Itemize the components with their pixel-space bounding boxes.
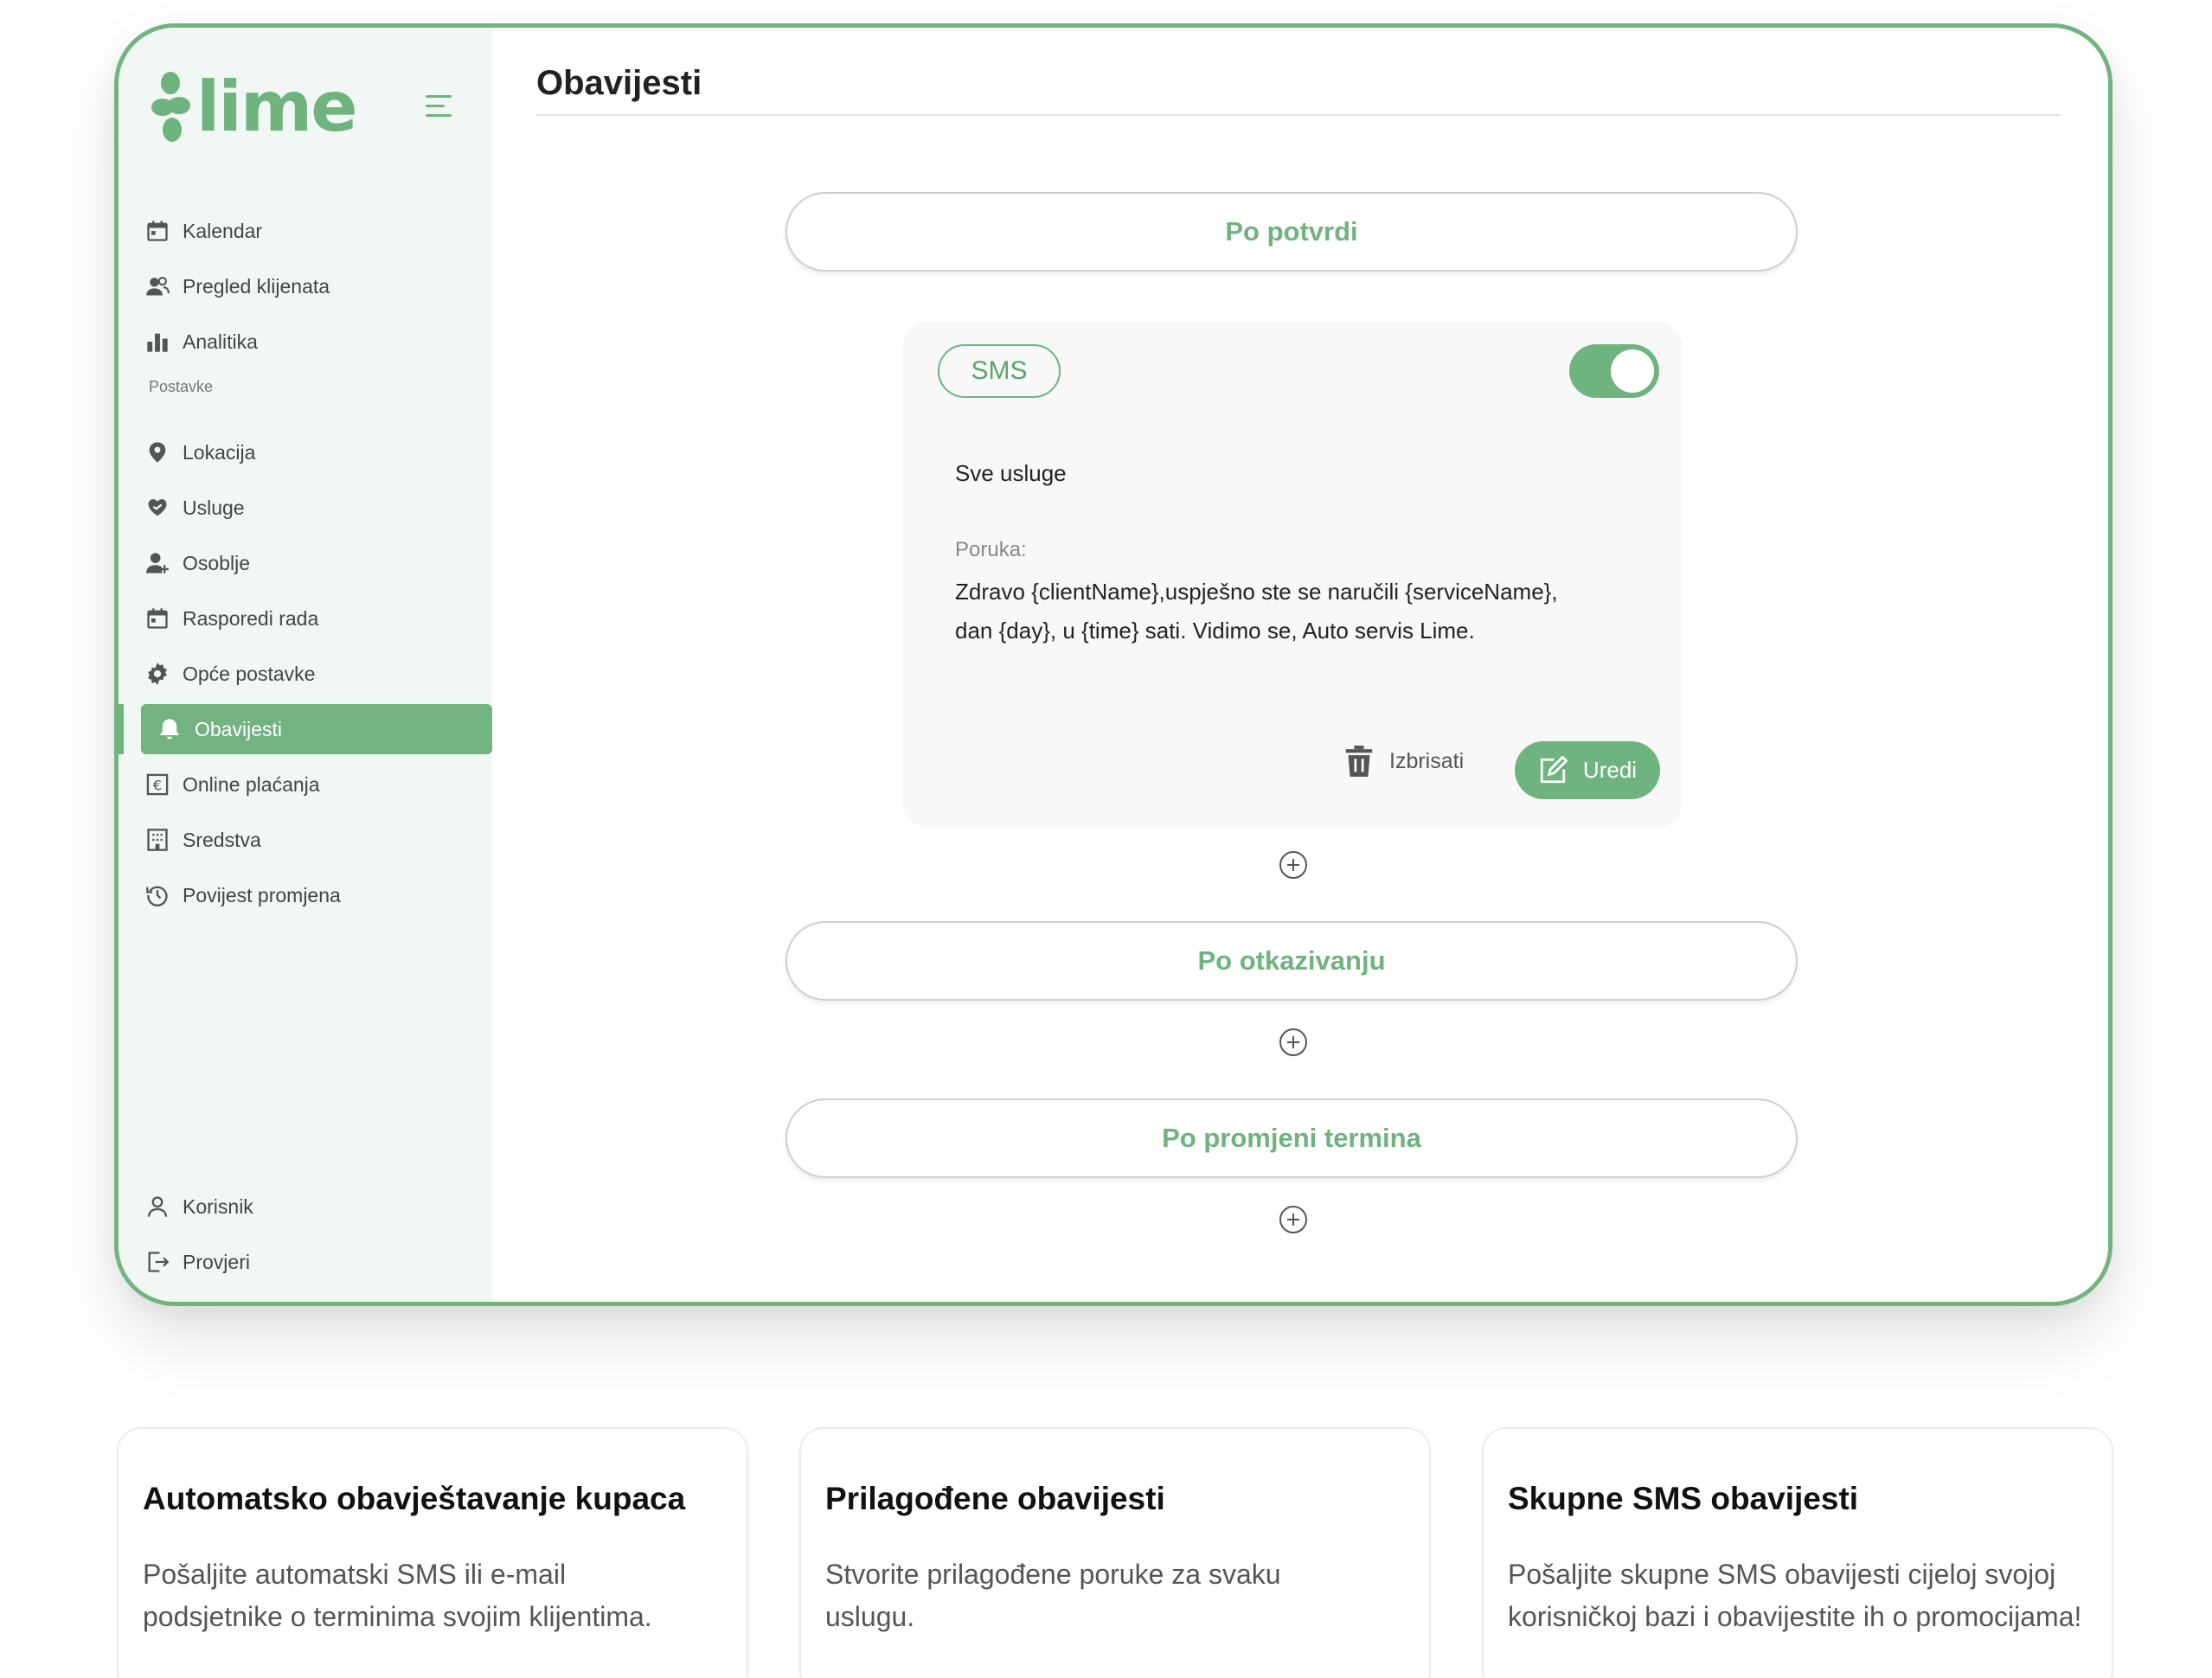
feature-line: uslugu. — [825, 1601, 915, 1632]
sidebar-item-sredstva[interactable]: Sredstva — [144, 815, 492, 865]
calendar-schedule-icon — [144, 605, 170, 631]
feature-line: Pošaljite skupne SMS obavijesti cijeloj … — [1508, 1559, 2056, 1590]
page-title: Obavijesti — [536, 64, 702, 102]
sidebar-item-label: Korisnik — [183, 1194, 253, 1218]
feature-card: Skupne SMS obavijesti Pošaljite skupne S… — [1482, 1427, 2113, 1678]
services-text: Sve usluge — [955, 460, 1067, 486]
feature-title: Skupne SMS obavijesti — [1508, 1481, 1859, 1516]
sidebar-item-label: Rasporedi rada — [183, 606, 319, 630]
sidebar-item-label: Usluge — [183, 496, 245, 519]
delete-button[interactable]: Izbrisati — [1344, 746, 1464, 777]
message-line: dan {day}, u {time} sati. Vidimo se, Aut… — [955, 618, 1475, 644]
sidebar-item-opce-postavke[interactable]: Opće postavke — [144, 649, 492, 699]
location-pin-icon — [144, 439, 170, 465]
user-icon — [144, 1194, 170, 1220]
sidebar-item-lokacija[interactable]: Lokacija — [144, 427, 492, 477]
feature-line: Stvorite prilagođene poruke za svaku — [825, 1559, 1281, 1590]
main-content: Obavijesti Po potvrdi SMS Sve usluge Por… — [492, 28, 2108, 1302]
sidebar-item-analitika[interactable]: Analitika — [144, 317, 492, 367]
feature-line: podsjetnike o terminima svojim klijentim… — [143, 1601, 652, 1632]
sidebar-item-label: Pregled klijenata — [183, 274, 330, 298]
bell-icon — [157, 716, 183, 742]
feature-title: Automatsko obavještavanje kupaca — [143, 1481, 686, 1516]
sidebar-item-obavijesti[interactable]: Obavijesti — [141, 704, 492, 754]
sidebar-item-provjeri[interactable]: Provjeri — [144, 1237, 492, 1287]
heart-hand-icon — [144, 495, 170, 521]
add-notification-icon[interactable] — [1279, 851, 1307, 879]
enable-toggle[interactable] — [1569, 344, 1659, 398]
channel-chip[interactable]: SMS — [938, 344, 1061, 398]
sidebar-item-kalendar[interactable]: Kalendar — [144, 206, 492, 256]
feature-line: Pošaljite automatski SMS ili e-mail — [143, 1559, 567, 1590]
notification-card: SMS Sve usluge Poruka: Zdravo {clientNam… — [903, 322, 1682, 828]
svg-text:€: € — [153, 777, 162, 793]
sidebar-item-label: Obavijesti — [195, 717, 282, 740]
menu-toggle-icon[interactable] — [426, 95, 455, 119]
feature-title: Prilagođene obavijesti — [825, 1481, 1165, 1516]
sidebar-item-label: Osoblje — [183, 551, 250, 574]
sidebar-item-usluge[interactable]: Usluge — [144, 483, 492, 533]
trigger-po-potvrdi[interactable]: Po potvrdi — [785, 192, 1798, 272]
sidebar-item-pregled-klijenata[interactable]: Pregled klijenata — [144, 261, 492, 311]
logo[interactable]: lime — [151, 67, 357, 147]
edit-button[interactable]: Uredi — [1515, 741, 1660, 799]
gear-icon — [144, 661, 170, 687]
add-notification-icon[interactable] — [1279, 1028, 1307, 1056]
nav-section-label: Postavke — [149, 378, 214, 395]
sidebar-item-label: Lokacija — [183, 440, 256, 464]
sidebar-item-osoblje[interactable]: Osoblje — [144, 538, 492, 588]
add-notification-icon[interactable] — [1279, 1206, 1307, 1233]
message-text: Zdravo {clientName},uspješno ste se naru… — [955, 573, 1647, 650]
delete-label: Izbrisati — [1389, 748, 1465, 773]
sidebar-item-povijest-promjena[interactable]: Povijest promjena — [144, 870, 492, 920]
sidebar: lime Kalendar Pregled klijenata Analitik… — [119, 28, 492, 1302]
feature-description: Pošaljite automatski SMS ili e-mail podsj… — [143, 1553, 722, 1638]
app-window: lime Kalendar Pregled klijenata Analitik… — [114, 23, 2113, 1306]
calendar-icon — [144, 218, 170, 244]
trigger-po-promjeni-termina[interactable]: Po promjeni termina — [785, 1098, 1798, 1178]
message-line: Zdravo {clientName},uspješno ste se naru… — [955, 579, 1558, 605]
feature-description: Stvorite prilagođene poruke za svaku uslu… — [825, 1553, 1405, 1638]
sidebar-item-label: Sredstva — [183, 828, 261, 851]
trash-icon — [1345, 746, 1373, 777]
sidebar-item-label: Analitika — [183, 330, 258, 353]
feature-line: korisničkoj bazi i obavijestite ih o pro… — [1508, 1601, 2082, 1632]
sidebar-item-label: Opće postavke — [183, 662, 316, 685]
euro-icon: € — [144, 772, 170, 797]
logout-icon — [144, 1249, 170, 1275]
sidebar-item-label: Kalendar — [183, 219, 263, 242]
trigger-po-otkazivanju[interactable]: Po otkazivanju — [785, 921, 1798, 1001]
history-icon — [144, 882, 170, 908]
bar-chart-icon — [144, 329, 170, 355]
logo-text: lime — [196, 67, 357, 147]
toggle-knob — [1611, 349, 1654, 393]
active-indicator — [119, 704, 124, 754]
user-add-icon — [144, 550, 170, 576]
feature-card: Prilagođene obavijesti Stvorite prilagođ… — [799, 1427, 1431, 1678]
users-icon — [144, 273, 170, 299]
sidebar-item-online-placanja[interactable]: € Online plaćanja — [144, 759, 492, 810]
sidebar-item-label: Online plaćanja — [183, 772, 320, 796]
message-label: Poruka: — [955, 538, 1027, 561]
feature-description: Pošaljite skupne SMS obavijesti cijeloj … — [1508, 1553, 2087, 1638]
sidebar-item-label: Provjeri — [183, 1250, 250, 1273]
lime-leaf-icon — [151, 72, 190, 142]
feature-card: Automatsko obavještavanje kupaca Pošalji… — [117, 1427, 748, 1678]
edit-icon — [1540, 755, 1568, 783]
sidebar-item-rasporedi-rada[interactable]: Rasporedi rada — [144, 593, 492, 644]
sidebar-item-label: Povijest promjena — [183, 883, 341, 906]
sidebar-item-korisnik[interactable]: Korisnik — [144, 1182, 492, 1232]
edit-label: Uredi — [1582, 757, 1638, 783]
building-icon — [144, 827, 170, 853]
divider — [536, 114, 2061, 116]
